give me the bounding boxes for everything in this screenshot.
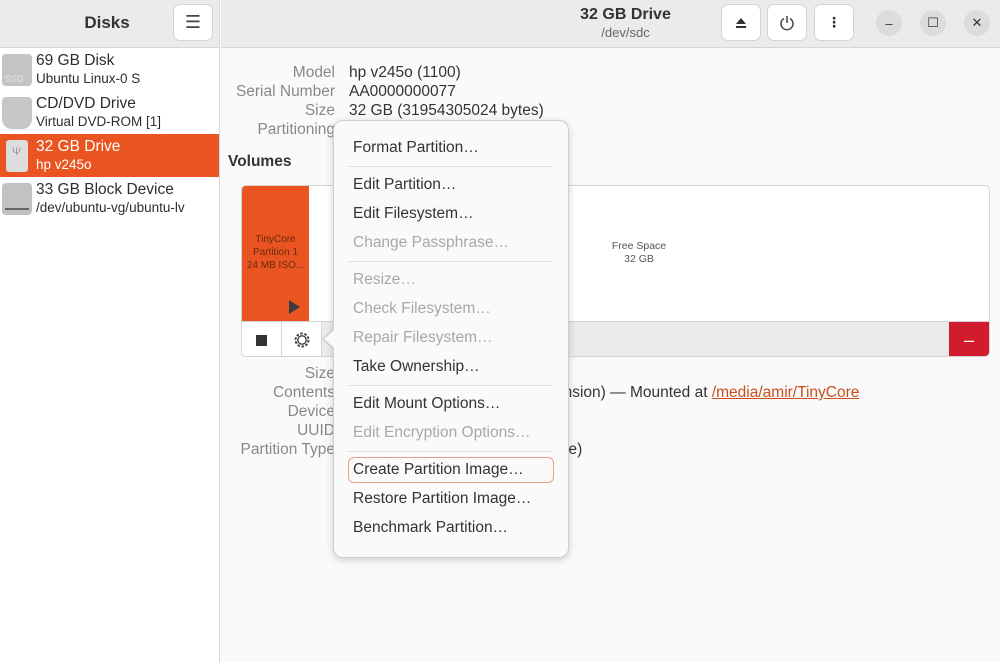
block-device-icon: [2, 183, 32, 215]
free-space-size: 32 GB: [624, 253, 654, 265]
partition-type-label: Partition Type: [240, 441, 336, 458]
partitioning-label: Partitioning: [257, 121, 335, 138]
partition-name: TinyCore: [255, 234, 296, 245]
sidebar-header: Disks ☰: [0, 0, 219, 48]
disk-subtitle: Virtual DVD-ROM [1]: [36, 114, 162, 129]
partition-size-label: Size: [304, 365, 335, 382]
eject-button[interactable]: [721, 4, 761, 41]
menu-item-resize: Resize…: [353, 271, 416, 288]
volumes-heading: Volumes: [228, 153, 292, 170]
menu-separator: [348, 451, 552, 452]
stop-icon: [256, 334, 267, 346]
size-label: Size: [304, 102, 335, 119]
free-space-title: Free Space: [611, 240, 667, 252]
disk-name: CD/DVD Drive: [36, 95, 136, 112]
disk-subtitle: Ubuntu Linux-0 S: [36, 71, 141, 86]
hamburger-menu-icon: ☰: [184, 12, 202, 32]
mounted-play-icon: [289, 300, 300, 314]
menu-item-change-passphrase: Change Passphrase…: [353, 234, 509, 251]
partition-size-type: 24 MB ISO...: [246, 260, 305, 271]
contents-label: Contents: [272, 384, 335, 401]
menu-item-edit-mount-options[interactable]: Edit Mount Options…: [348, 391, 554, 417]
disk-name: 69 GB Disk: [36, 52, 115, 69]
gear-icon: [294, 332, 309, 348]
maximize-button[interactable]: ☐: [920, 10, 946, 36]
disk-item-69gb[interactable]: 69 GB Disk Ubuntu Linux-0 S: [0, 48, 219, 91]
mount-point-link[interactable]: /media/amir/TinyCore: [712, 384, 860, 401]
menu-separator: [348, 385, 552, 386]
menu-item-check-filesystem: Check Filesystem…: [353, 300, 491, 317]
disk-item-33gb-block[interactable]: 33 GB Block Device /dev/ubuntu-vg/ubuntu…: [0, 177, 219, 220]
disk-name: 32 GB Drive: [36, 138, 121, 155]
minus-icon: –: [963, 329, 974, 350]
device-label: Device: [287, 403, 335, 420]
menu-item-edit-partition[interactable]: Edit Partition…: [348, 172, 554, 198]
menu-item-take-ownership[interactable]: Take Ownership…: [348, 354, 554, 380]
power-off-button[interactable]: [767, 4, 807, 41]
close-icon: ✕: [971, 15, 983, 30]
eject-icon: [736, 17, 746, 28]
maximize-icon: ☐: [927, 15, 939, 30]
partition-options-button[interactable]: [282, 322, 322, 356]
minimize-icon: –: [885, 15, 893, 31]
contents-text: ension) — Mounted at: [555, 384, 708, 401]
more-vertical-icon: ⋮: [827, 14, 841, 30]
menu-item-edit-filesystem[interactable]: Edit Filesystem…: [348, 201, 554, 227]
menu-separator: [348, 261, 552, 262]
close-button[interactable]: ✕: [964, 10, 990, 36]
power-icon: [780, 15, 794, 30]
serial-label: Serial Number: [235, 83, 335, 100]
uuid-label: UUID: [297, 422, 335, 439]
model-label: Model: [292, 64, 335, 81]
ssd-icon: [2, 54, 32, 86]
size-value: 32 GB (31954305024 bytes): [349, 102, 544, 119]
popover-arrow-fill: [324, 329, 335, 349]
menu-item-format-partition[interactable]: Format Partition…: [348, 135, 554, 161]
serial-value: AA0000000077: [349, 83, 456, 100]
disk-subtitle: hp v245o: [36, 157, 92, 172]
menu-separator: [348, 166, 552, 167]
disk-subtitle: /dev/ubuntu-vg/ubuntu-lv: [36, 200, 185, 215]
partition-1-block[interactable]: TinyCore Partition 1 24 MB ISO...: [242, 186, 309, 321]
disk-item-32gb-drive[interactable]: 32 GB Drive hp v245o: [0, 134, 219, 177]
free-space-label: Free Space 32 GB: [579, 240, 699, 266]
menu-item-edit-encryption-options: Edit Encryption Options…: [353, 424, 531, 441]
menu-item-create-partition-image[interactable]: Create Partition Image…: [348, 457, 554, 483]
optical-drive-icon: [2, 97, 32, 129]
disk-name: 33 GB Block Device: [36, 181, 174, 198]
disk-item-cd-dvd[interactable]: CD/DVD Drive Virtual DVD-ROM [1]: [0, 91, 219, 134]
delete-partition-button[interactable]: –: [949, 322, 989, 356]
partition-options-menu: Format Partition… Edit Partition… Edit F…: [333, 120, 569, 558]
sidebar: Disks ☰ 69 GB Disk Ubuntu Linux-0 S CD/D…: [0, 0, 220, 662]
model-value: hp v245o (1100): [349, 64, 461, 81]
contents-value: ension) — Mounted at /media/amir/TinyCor…: [555, 384, 859, 402]
usb-drive-icon: [6, 140, 28, 172]
menu-item-repair-filesystem: Repair Filesystem…: [353, 329, 493, 346]
header-bar: 32 GB Drive /dev/sdc ⋮ – ☐ ✕: [221, 0, 1000, 48]
partition-number: Partition 1: [252, 247, 299, 258]
unmount-button[interactable]: [242, 322, 282, 356]
drive-options-button[interactable]: ⋮: [814, 4, 854, 41]
main-menu-button[interactable]: ☰: [173, 4, 213, 41]
minimize-button[interactable]: –: [876, 10, 902, 36]
menu-item-benchmark-partition[interactable]: Benchmark Partition…: [348, 515, 554, 541]
partition-label: TinyCore Partition 1 24 MB ISO...: [242, 233, 309, 272]
menu-item-restore-partition-image[interactable]: Restore Partition Image…: [348, 486, 554, 512]
